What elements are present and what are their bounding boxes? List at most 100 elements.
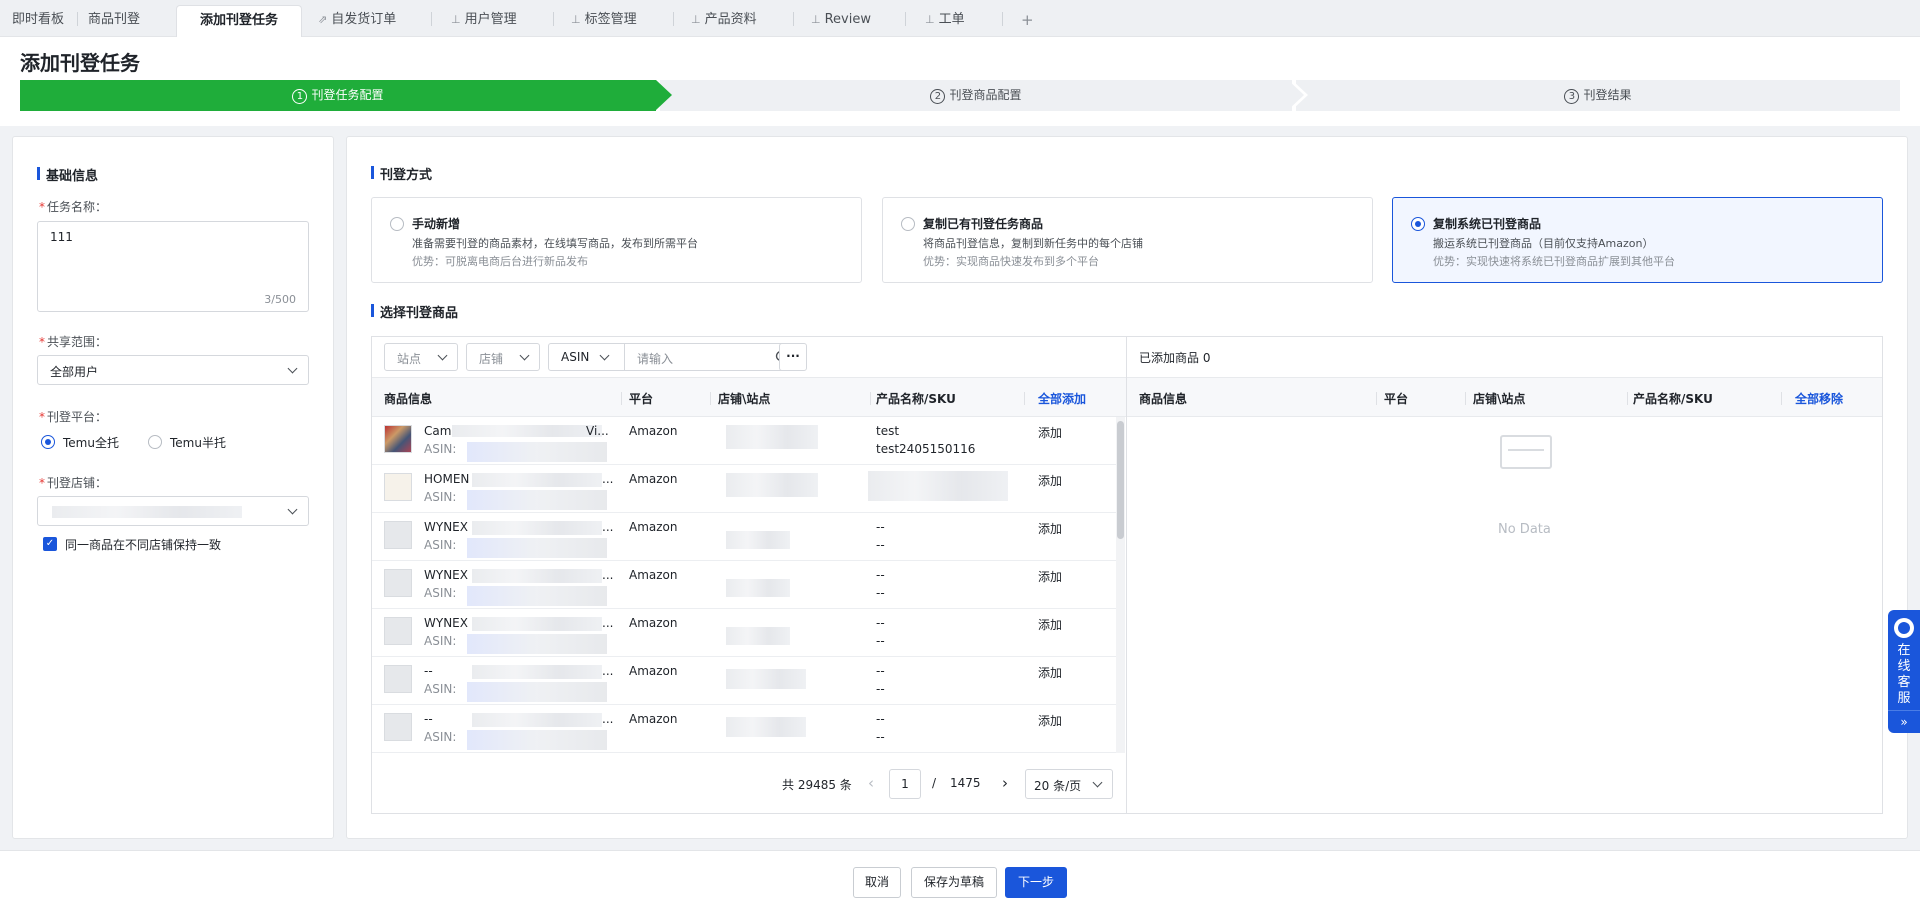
card-title: 复制已有刊登任务商品 — [923, 217, 1044, 231]
step-number: 1 — [292, 89, 308, 104]
redacted-store — [726, 531, 790, 549]
method-card-manual[interactable]: 手动新增 准备需要刊登的商品素材，在线填写商品，发布到所需平台 优势：可脱离电商… — [371, 197, 862, 283]
task-name-textarea[interactable]: 111 3/500 — [37, 221, 309, 312]
product-title: -- — [876, 616, 885, 630]
product-thumbnail — [384, 713, 412, 741]
redacted-text — [472, 473, 602, 487]
add-tab-button[interactable]: + — [1021, 5, 1034, 37]
more-button[interactable]: ··· — [779, 343, 807, 371]
add-button[interactable]: 添加 — [1038, 712, 1062, 729]
col-divider — [870, 392, 871, 405]
radio-temu-half-label: Temu半托 — [170, 436, 226, 450]
tab-user-management[interactable]: ⊥ 用户管理 — [451, 5, 517, 37]
tab-ticket[interactable]: ⊥ 工单 — [925, 5, 965, 37]
tab-review[interactable]: ⊥ Review — [811, 5, 871, 37]
tab-dashboard[interactable]: 即时看板 — [12, 5, 64, 37]
tab-divider — [77, 12, 78, 26]
platform-value: Amazon — [629, 616, 678, 630]
redacted-text — [472, 569, 602, 583]
next-step-button[interactable]: 下一步 — [1005, 867, 1067, 898]
pin-icon: ⊥ — [811, 13, 821, 26]
search-field-select[interactable]: ASIN — [561, 350, 589, 364]
add-button[interactable]: 添加 — [1038, 664, 1062, 681]
radio-temu-full[interactable] — [41, 435, 55, 449]
basic-info-title: 基础信息 — [37, 165, 98, 184]
expand-icon[interactable]: » — [1888, 710, 1920, 733]
tab-tag-management[interactable]: ⊥ 标签管理 — [571, 5, 637, 37]
step-label: 刊登任务配置 — [311, 88, 384, 102]
product-name: WYNEX — [424, 520, 468, 534]
chevron-down-icon — [287, 504, 298, 515]
table-row: WYNEX ... ASIN: Amazon -- -- 添加 — [372, 561, 1116, 609]
tab-self-ship-orders[interactable]: ⇗ 自发货订单 — [318, 5, 396, 37]
chevron-down-icon — [599, 350, 610, 361]
online-service-widget[interactable]: 在线客服 » — [1888, 610, 1920, 733]
site-filter[interactable]: 站点 — [384, 343, 458, 371]
cancel-button[interactable]: 取消 — [853, 867, 901, 898]
store-select[interactable] — [37, 496, 309, 526]
add-button[interactable]: 添加 — [1038, 424, 1062, 441]
prev-page-button[interactable]: ‹ — [868, 774, 874, 792]
consistent-checkbox[interactable]: ✓ — [43, 537, 57, 551]
tab-label: 添加刊登任务 — [199, 13, 278, 28]
share-scope-label: * 共享范围： — [39, 333, 107, 350]
col-divider — [1465, 392, 1466, 405]
table-row: -- ... ASIN: Amazon -- -- 添加 — [372, 657, 1116, 705]
required-mark: * — [39, 200, 45, 214]
radio-copy-system[interactable] — [1411, 217, 1425, 231]
table-row: WYNEX ... ASIN: Amazon -- -- 添加 — [372, 609, 1116, 657]
tab-product-data[interactable]: ⊥ 产品资料 — [691, 5, 757, 37]
add-all-link[interactable]: 全部添加 — [1038, 390, 1086, 407]
page-input[interactable]: 1 — [889, 769, 921, 799]
pin-icon: ⇗ — [318, 13, 328, 26]
table-scrollbar[interactable] — [1116, 417, 1125, 753]
tab-add-listing-task[interactable]: 添加刊登任务 — [176, 5, 302, 37]
add-button[interactable]: 添加 — [1038, 472, 1062, 489]
redacted-store — [726, 473, 818, 497]
scrollbar-thumb[interactable] — [1117, 421, 1124, 539]
product-name-tail: ... — [602, 664, 614, 678]
add-button[interactable]: 添加 — [1038, 568, 1062, 585]
product-thumbnail — [384, 425, 412, 453]
table-row: HOMEN ... ASIN: Amazon 添加 — [372, 465, 1116, 513]
product-title: -- — [876, 520, 885, 534]
asin-label: ASIN: — [424, 586, 457, 600]
product-title: -- — [876, 712, 885, 726]
char-counter: 3/500 — [264, 293, 296, 306]
page-size-select[interactable]: 20 条/页 — [1025, 769, 1113, 799]
next-page-button[interactable]: › — [1002, 774, 1008, 792]
tab-label: Review — [824, 12, 871, 27]
save-draft-button[interactable]: 保存为草稿 — [911, 867, 997, 898]
search-input[interactable]: 请输入 — [637, 350, 673, 367]
basic-info-panel: 基础信息 * 任务名称： 111 3/500 * 共享范围： 全部用户 * 刊登平台：… — [12, 136, 334, 839]
share-scope-value: 全部用户 — [50, 365, 99, 379]
radio-temu-half[interactable] — [148, 435, 162, 449]
card-advantage: 优势：实现商品快速发布到多个平台 — [923, 255, 1099, 268]
step-number: 2 — [930, 89, 946, 104]
step-number: 3 — [1564, 89, 1580, 104]
add-button[interactable]: 添加 — [1038, 616, 1062, 633]
step-1: 1 刊登任务配置 — [20, 80, 672, 111]
platform-value: Amazon — [629, 568, 678, 582]
added-count: 已添加商品 0 — [1139, 351, 1211, 365]
platform-value: Amazon — [629, 472, 678, 486]
redacted-store — [726, 669, 806, 689]
store-filter[interactable]: 店铺 — [466, 343, 540, 371]
label-text: 刊登店铺： — [47, 476, 108, 490]
add-button[interactable]: 添加 — [1038, 520, 1062, 537]
share-scope-select[interactable]: 全部用户 — [37, 355, 309, 385]
method-card-copy-task[interactable]: 复制已有刊登任务商品 将商品刊登信息，复制到新任务中的每个店铺 优势：实现商品快… — [882, 197, 1373, 283]
product-thumbnail — [384, 569, 412, 597]
tab-product-listing[interactable]: 商品刊登 — [88, 5, 140, 37]
radio-manual[interactable] — [390, 217, 404, 231]
product-thumbnail — [384, 521, 412, 549]
step-progress: 2 刊登商品配置 3 刊登结果 1 刊登任务配置 — [20, 80, 1900, 111]
asin-label: ASIN: — [424, 538, 457, 552]
method-card-copy-system[interactable]: 复制系统已刊登商品 搬运系统已刊登商品（目前仅支持Amazon） 优势：实现快速… — [1392, 197, 1883, 283]
chevron-down-icon — [1092, 777, 1103, 788]
remove-all-link[interactable]: 全部移除 — [1795, 390, 1843, 407]
product-name: Cam — [424, 424, 452, 438]
page-separator: / — [932, 776, 937, 790]
radio-copy-task[interactable] — [901, 217, 915, 231]
label-text: 共享范围： — [47, 335, 108, 349]
